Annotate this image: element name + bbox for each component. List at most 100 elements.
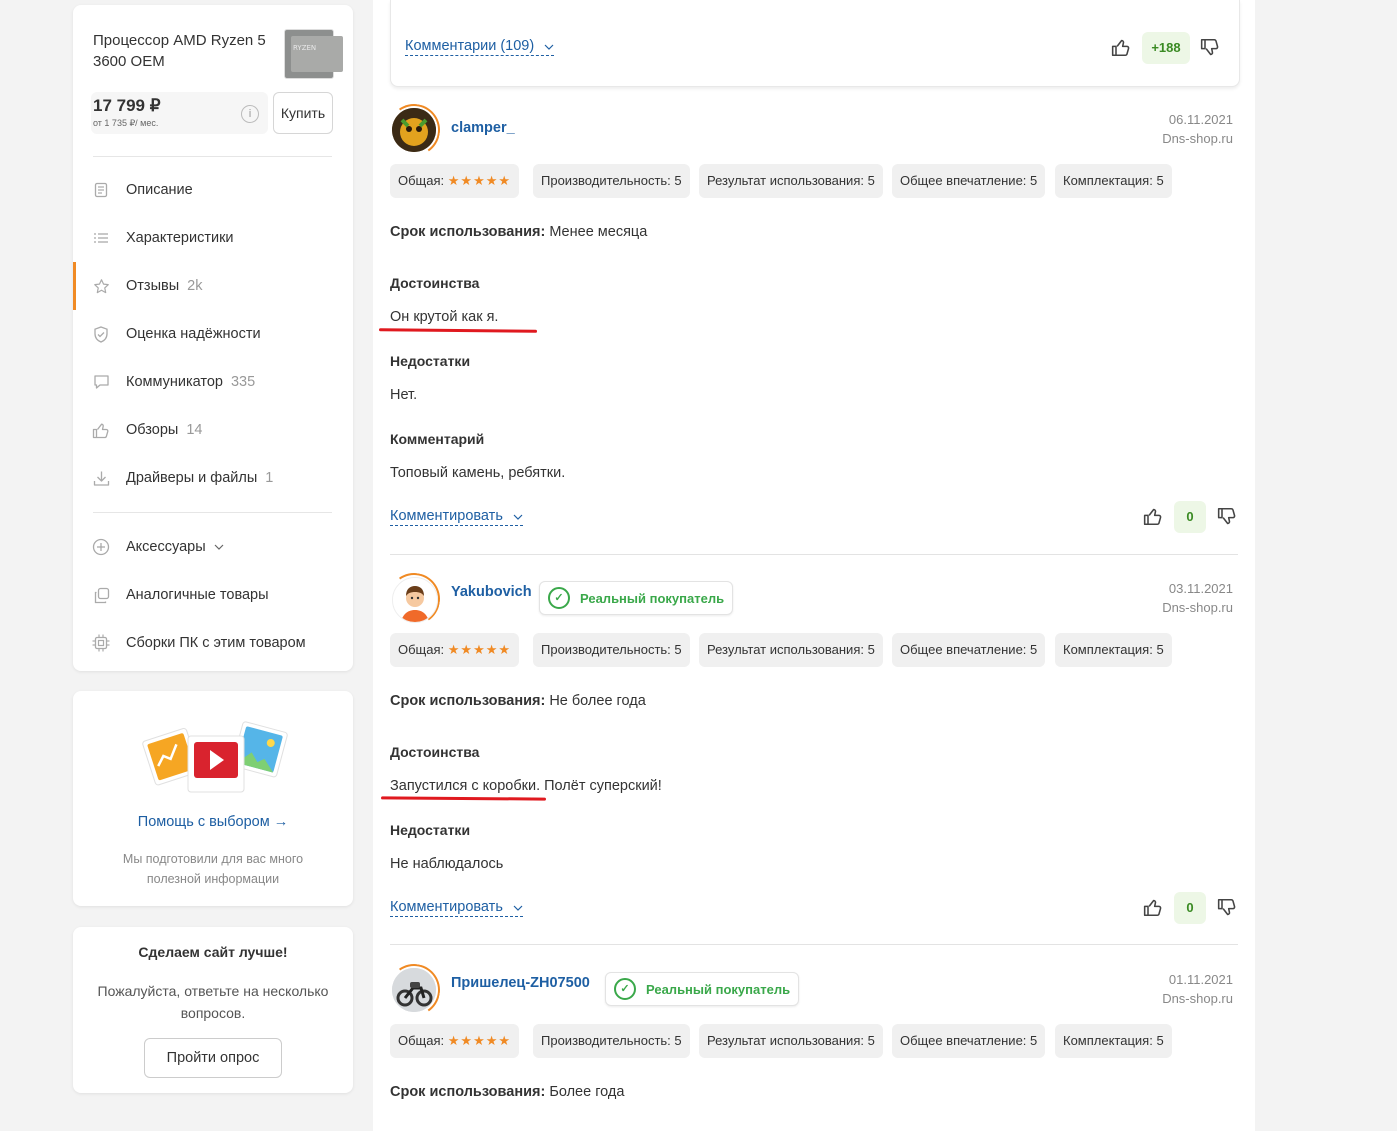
rating-impression: Общее впечатление: 5 bbox=[892, 164, 1046, 198]
rating-overall: Общая: ★★★★★ bbox=[390, 164, 520, 198]
five-stars-icon: ★★★★★ bbox=[447, 642, 512, 657]
rating-overall: Общая: ★★★★★ bbox=[390, 1024, 520, 1058]
nav-item-label: Аналогичные товары bbox=[126, 587, 269, 603]
review-date: 03.11.2021 Dns-shop.ru bbox=[1130, 579, 1233, 617]
cons-text: Нет. bbox=[390, 387, 418, 403]
pros-text: Он крутой как я. bbox=[390, 309, 499, 325]
product-title[interactable]: Процессор AMD Ryzen 5 3600 OEM bbox=[93, 30, 273, 72]
nav-item-label: Сборки ПК с этим товаром bbox=[126, 635, 306, 651]
review-date-value: 06.11.2021 bbox=[1168, 112, 1233, 127]
divider bbox=[93, 156, 332, 157]
help-choose-link[interactable]: Помощь с выбором → bbox=[73, 814, 353, 830]
usage-term: Срок использования: Не более года bbox=[390, 693, 646, 709]
usage-term-label: Срок использования: bbox=[390, 693, 546, 709]
verified-check-icon: ✓ bbox=[614, 978, 636, 1000]
rating-label: Общая: bbox=[398, 642, 445, 657]
buy-button[interactable]: Купить bbox=[273, 92, 333, 134]
dislike-icon[interactable] bbox=[1200, 38, 1220, 58]
rating-kit: Комплектация: 5 bbox=[1055, 633, 1172, 667]
info-icon[interactable]: i bbox=[241, 105, 259, 123]
pros-heading: Достоинства bbox=[390, 275, 480, 291]
five-stars-icon: ★★★★★ bbox=[447, 173, 512, 188]
review-rating: 0 bbox=[1174, 892, 1206, 924]
nav-item-pc-builds[interactable]: Сборки ПК с этим товаром bbox=[92, 631, 306, 655]
product-thumbnail[interactable]: RYZEN bbox=[284, 29, 343, 79]
nav-item-label: Обзоры bbox=[126, 422, 179, 438]
comment-text: Топовый камень, ребятки. bbox=[390, 465, 566, 481]
rating-overall: Общая: ★★★★★ bbox=[390, 633, 520, 667]
like-icon[interactable] bbox=[1143, 898, 1163, 918]
nav-item-overviews[interactable]: Обзоры 14 bbox=[92, 418, 202, 442]
review-date-value: 03.11.2021 bbox=[1168, 581, 1233, 596]
real-buyer-label: Реальный покупатель bbox=[580, 590, 725, 606]
review-rating: 0 bbox=[1174, 501, 1206, 533]
dislike-icon[interactable] bbox=[1217, 898, 1237, 918]
rating-usage: Результат использования: 5 bbox=[699, 633, 883, 667]
comments-link-label: Комментарии (109) bbox=[405, 38, 535, 54]
rating-impression: Общее впечатление: 5 bbox=[892, 633, 1046, 667]
reviewer-name[interactable]: clamper_ bbox=[451, 120, 515, 136]
reply-link[interactable]: Комментировать bbox=[390, 899, 523, 917]
comment-heading: Комментарий bbox=[390, 431, 485, 447]
pros-text-rest: Полёт суперский! bbox=[540, 778, 662, 794]
nav-item-label: Оценка надёжности bbox=[126, 326, 261, 342]
shield-icon bbox=[92, 325, 110, 343]
pros-heading: Достоинства bbox=[390, 744, 480, 760]
usage-term-value: Более года bbox=[549, 1084, 625, 1100]
review-date: 06.11.2021 Dns-shop.ru bbox=[1130, 110, 1233, 148]
rating-label: Общая: bbox=[398, 1033, 445, 1048]
take-survey-button[interactable]: Пройти опрос bbox=[144, 1038, 282, 1078]
five-stars-icon: ★★★★★ bbox=[447, 1033, 512, 1048]
nav-item-description[interactable]: Описание bbox=[92, 178, 193, 202]
review-rating: +188 bbox=[1142, 32, 1190, 64]
help-promo-text: Мы подготовили для вас много полезной ин… bbox=[122, 852, 304, 886]
nav-item-specs[interactable]: Характеристики bbox=[92, 226, 234, 250]
nav-item-count: 335 bbox=[230, 374, 256, 390]
nav-item-drivers[interactable]: Драйверы и файлы 1 bbox=[92, 466, 273, 490]
avatar[interactable] bbox=[392, 968, 436, 1012]
nav-item-count: 1 bbox=[265, 470, 274, 486]
pros-text-main: Запустился с коробки. bbox=[390, 778, 541, 794]
rating-performance: Производительность: 5 bbox=[533, 1024, 690, 1058]
divider bbox=[93, 512, 332, 513]
reply-link-label: Комментировать bbox=[390, 508, 503, 524]
nav-item-reviews[interactable]: Отзывы 2k bbox=[92, 274, 202, 298]
chevron-down-icon bbox=[513, 899, 523, 915]
chevron-down-icon bbox=[513, 508, 523, 524]
cons-text: Не наблюдалось bbox=[390, 856, 504, 872]
dislike-icon[interactable] bbox=[1217, 507, 1237, 527]
like-icon[interactable] bbox=[1111, 38, 1131, 58]
nav-item-count: 2k bbox=[187, 278, 203, 294]
real-buyer-label: Реальный покупатель bbox=[646, 981, 791, 997]
rating-performance: Производительность: 5 bbox=[533, 164, 690, 198]
thumb-up-icon bbox=[92, 421, 110, 439]
nav-item-count: 14 bbox=[186, 422, 203, 438]
review-source: Dns-shop.ru bbox=[1162, 991, 1233, 1006]
product-price: 17 799 ₽ bbox=[93, 96, 161, 115]
cpu-icon bbox=[92, 634, 110, 652]
reply-link-label: Комментировать bbox=[390, 899, 503, 915]
like-icon[interactable] bbox=[1143, 507, 1163, 527]
pros-text: Запустился с коробки. Полёт суперский! bbox=[390, 778, 662, 794]
nav-item-label: Драйверы и файлы bbox=[126, 470, 258, 486]
nav-item-communicator[interactable]: Коммуникатор 335 bbox=[92, 370, 255, 394]
reviewer-name[interactable]: Yakubovich bbox=[451, 584, 532, 600]
installment-price: от 1 735 ₽/ мес. bbox=[93, 118, 159, 128]
usage-term-value: Не более года bbox=[549, 693, 646, 709]
product-thumbnail-text: RYZEN bbox=[293, 44, 317, 52]
nav-item-reliability[interactable]: Оценка надёжности bbox=[92, 322, 261, 346]
rating-label: Общая: bbox=[398, 173, 445, 188]
usage-term-label: Срок использования: bbox=[390, 224, 546, 240]
usage-term-label: Срок использования: bbox=[390, 1084, 546, 1100]
comments-toggle-link[interactable]: Комментарии (109) bbox=[405, 38, 555, 56]
nav-item-similar[interactable]: Аналогичные товары bbox=[92, 583, 269, 607]
nav-item-label: Описание bbox=[126, 182, 193, 198]
reply-link[interactable]: Комментировать bbox=[390, 508, 523, 526]
nav-item-accessories[interactable]: Аксессуары bbox=[92, 535, 224, 559]
nav-item-label: Коммуникатор bbox=[126, 374, 223, 390]
review-divider bbox=[390, 944, 1238, 945]
reviewer-name[interactable]: Пришелец-ZH07500 bbox=[451, 975, 590, 991]
avatar[interactable] bbox=[392, 108, 436, 152]
nav-item-label: Характеристики bbox=[126, 230, 234, 246]
avatar[interactable] bbox=[392, 577, 438, 623]
